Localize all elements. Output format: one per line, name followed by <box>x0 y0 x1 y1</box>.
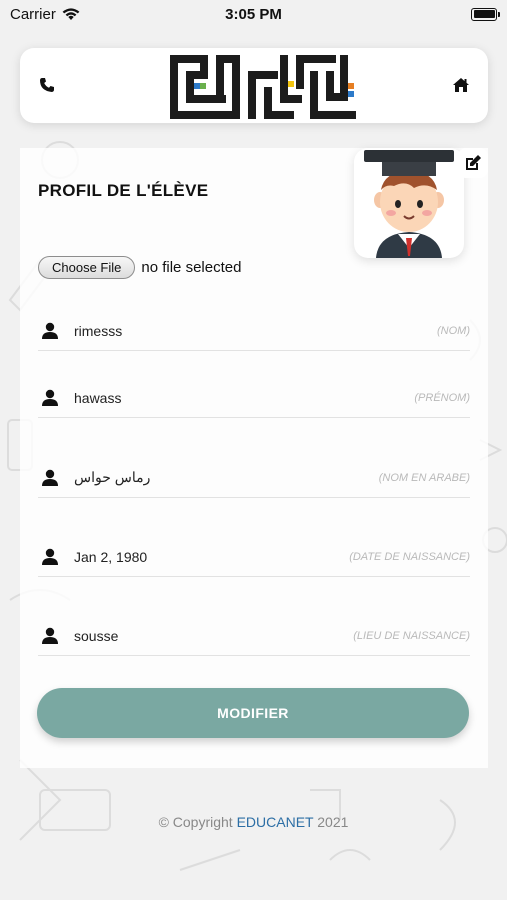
kufic-calligraphy-logo <box>170 55 356 119</box>
modifier-button[interactable]: MODIFIER <box>37 688 469 738</box>
field-value[interactable]: sousse <box>74 628 353 644</box>
user-icon <box>42 627 58 644</box>
field-label: (NOM) <box>437 324 470 337</box>
choose-file-button[interactable]: Choose File <box>38 256 136 279</box>
phone-button[interactable] <box>36 74 58 96</box>
field-value[interactable]: Jan 2, 1980 <box>74 549 349 565</box>
user-icon <box>42 469 58 486</box>
page-title: PROFIL DE L'ÉLÈVE <box>38 181 209 200</box>
field-date-naissance[interactable]: Jan 2, 1980 (DATE DE NAISSANCE) <box>38 537 470 577</box>
file-upload: Choose File no file selected <box>38 256 241 279</box>
header-card <box>20 48 488 123</box>
home-icon <box>453 78 469 92</box>
student-avatar <box>364 150 454 258</box>
user-icon <box>42 389 58 406</box>
field-label: (LIEU DE NAISSANCE) <box>353 629 470 642</box>
footer-copyright: © Copyright EDUCANET 2021 <box>0 814 507 830</box>
field-prenom[interactable]: hawass (PRÉNOM) <box>38 378 470 418</box>
copyright-text: © Copyright <box>158 814 233 830</box>
field-label: (PRÉNOM) <box>414 391 470 404</box>
field-value[interactable]: رماس حواس <box>74 469 379 486</box>
user-icon <box>42 548 58 565</box>
home-button[interactable] <box>450 74 472 96</box>
carrier-label: Carrier <box>10 5 56 23</box>
phone-icon <box>40 78 54 92</box>
field-value[interactable]: hawass <box>74 390 414 406</box>
field-lieu-naissance[interactable]: sousse (LIEU DE NAISSANCE) <box>38 616 470 656</box>
field-label: (NOM EN ARABE) <box>378 471 470 484</box>
field-value[interactable]: rimesss <box>74 323 437 339</box>
edit-icon <box>466 155 481 170</box>
copyright-year: 2021 <box>317 814 349 830</box>
user-icon <box>42 322 58 339</box>
status-time: 3:05 PM <box>225 5 282 23</box>
edit-avatar-button[interactable] <box>458 148 488 178</box>
wifi-icon <box>62 7 80 20</box>
battery-icon <box>471 7 500 21</box>
field-label: (DATE DE NAISSANCE) <box>349 550 470 563</box>
status-bar: Carrier 3:05 PM <box>0 0 507 28</box>
field-nom[interactable]: rimesss (NOM) <box>38 311 470 351</box>
avatar <box>354 148 464 258</box>
field-nom-arabe[interactable]: رماس حواس (NOM EN ARABE) <box>38 458 470 498</box>
brand-link[interactable]: EDUCANET <box>237 814 314 830</box>
file-status: no file selected <box>141 259 242 276</box>
status-left: Carrier <box>10 6 80 23</box>
